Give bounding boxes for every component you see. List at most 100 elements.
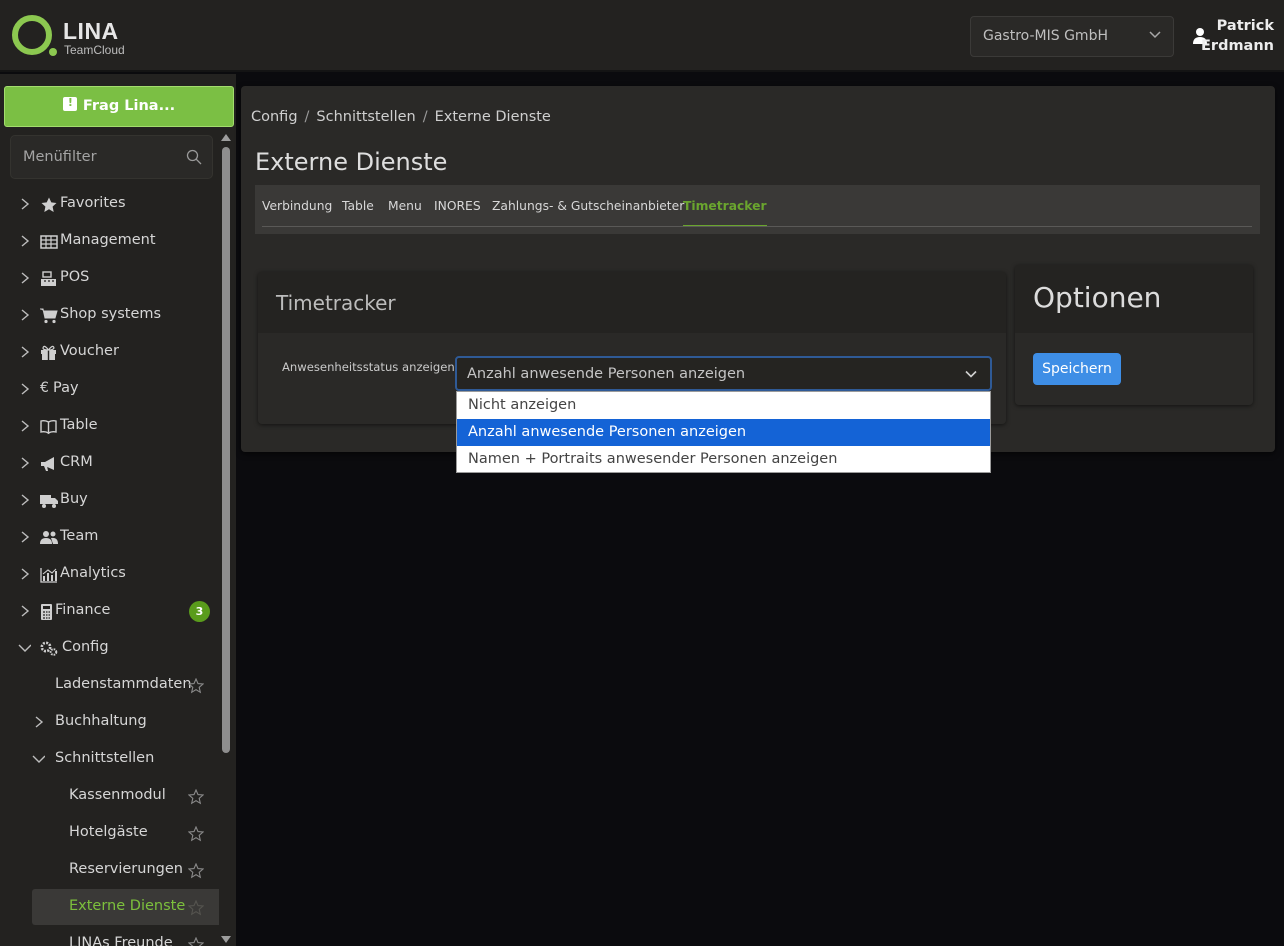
tab-timetracker[interactable]: Timetracker (683, 199, 767, 227)
sidebar-item-label: CRM (60, 454, 93, 470)
lina-logo[interactable]: LINA TeamCloud (12, 15, 142, 59)
chevron-right-icon (35, 716, 44, 728)
sidebar-item-analytics[interactable]: Analytics (0, 556, 219, 593)
sidebar-item-label: Table (60, 417, 98, 433)
megaphone-icon (41, 457, 54, 471)
attendance-status-select[interactable]: Anzahl anwesende Personen anzeigen (455, 356, 992, 391)
user-name: Patrick Erdmann (1201, 16, 1274, 56)
star-outline-icon[interactable] (188, 900, 204, 916)
chevron-right-icon (21, 272, 30, 284)
sidebar-item-management[interactable]: Management (0, 223, 219, 260)
scroll-up-arrow-icon[interactable] (221, 134, 231, 141)
sidebar-item-hotelgaeste[interactable]: Hotelgäste (0, 815, 219, 852)
tab-divider (262, 226, 1252, 227)
chevron-down-icon (1149, 31, 1161, 39)
breadcrumb: Config / Schnittstellen / Externe Dienste (251, 109, 551, 125)
sidebar-scrollbar[interactable] (220, 132, 232, 946)
sidebar-item-label: Buchhaltung (55, 713, 147, 729)
breadcrumb-schnittstellen[interactable]: Schnittstellen (316, 109, 415, 125)
sidebar-item-reservierungen[interactable]: Reservierungen (0, 852, 219, 889)
scroll-down-arrow-icon[interactable] (221, 936, 231, 943)
scroll-thumb[interactable] (222, 147, 230, 753)
sidebar-item-label: Reservierungen (69, 861, 183, 877)
sidebar-item-buchhaltung[interactable]: Buchhaltung (0, 704, 219, 741)
tab-inores[interactable]: INORES (434, 199, 481, 213)
gift-icon (41, 345, 56, 360)
option-nicht-anzeigen[interactable]: Nicht anzeigen (457, 392, 990, 419)
sidebar-item-kassenmodul[interactable]: Kassenmodul (0, 778, 219, 815)
ask-lina-button[interactable]: Frag Lina... (4, 86, 234, 127)
truck-icon (40, 495, 58, 508)
timetracker-card-header: Timetracker (258, 272, 1006, 333)
table-icon (40, 235, 58, 249)
sidebar-item-team[interactable]: Team (0, 519, 219, 556)
menu-filter-input[interactable] (12, 137, 182, 177)
sidebar-item-schnittstellen[interactable]: Schnittstellen (0, 741, 219, 778)
star-outline-icon[interactable] (188, 678, 204, 694)
chart-icon (40, 568, 57, 583)
menu-filter (10, 135, 213, 179)
sidebar-item-label: Config (62, 639, 109, 655)
tab-zahlungs-gutscheinanbieter[interactable]: Zahlungs- & Gutscheinanbieter (492, 199, 684, 213)
chevron-right-icon (21, 605, 30, 617)
sidebar-item-label: Buy (60, 491, 88, 507)
option-namen-portraits[interactable]: Namen + Portraits anwesender Personen an… (457, 446, 990, 473)
sidebar-item-pay[interactable]: € Pay (0, 371, 219, 408)
star-outline-icon[interactable] (188, 826, 204, 842)
search-icon (186, 149, 202, 165)
page-title: Externe Dienste (255, 148, 448, 176)
timetracker-card-title: Timetracker (276, 291, 396, 315)
sidebar-item-pos[interactable]: POS (0, 260, 219, 297)
save-button[interactable]: Speichern (1033, 353, 1121, 385)
sidebar-item-crm[interactable]: CRM (0, 445, 219, 482)
sidebar-item-label: Favorites (60, 195, 126, 211)
star-outline-icon[interactable] (188, 937, 204, 946)
sidebar: Frag Lina... Favorites Management POS Sh… (0, 74, 236, 946)
tab-table[interactable]: Table (342, 199, 374, 213)
logo-dot-icon (49, 48, 57, 56)
breadcrumb-config[interactable]: Config (251, 109, 298, 125)
attendance-status-value: Anzahl anwesende Personen anzeigen (467, 366, 746, 382)
sidebar-item-label: Shop systems (60, 306, 162, 322)
gears-icon (40, 641, 58, 656)
sidebar-item-ladenstammdaten[interactable]: Ladenstammdaten (0, 667, 219, 704)
option-anzahl-personen[interactable]: Anzahl anwesende Personen anzeigen (457, 419, 990, 446)
chevron-down-icon (18, 644, 31, 652)
book-icon (40, 419, 57, 435)
sidebar-item-label: Analytics (60, 565, 126, 581)
company-select[interactable]: Gastro-MIS GmbH (970, 16, 1174, 57)
sidebar-item-linas-freunde[interactable]: LINAs Freunde (0, 926, 219, 946)
sidebar-item-config[interactable]: Config (0, 630, 219, 667)
sidebar-item-label: Externe Dienste (69, 898, 186, 914)
chevron-right-icon (21, 568, 30, 580)
sidebar-item-label: Hotelgäste (69, 824, 148, 840)
sidebar-item-buy[interactable]: Buy (0, 482, 219, 519)
sidebar-item-label: Schnittstellen (55, 750, 155, 766)
chevron-right-icon (21, 198, 30, 210)
breadcrumb-current: Externe Dienste (434, 109, 551, 125)
tab-menu[interactable]: Menu (388, 199, 422, 213)
attendance-status-label: Anwesenheitsstatus anzeigen (282, 360, 455, 374)
company-select-value: Gastro-MIS GmbH (983, 28, 1108, 44)
star-outline-icon[interactable] (188, 863, 204, 879)
sidebar-item-label: Team (60, 528, 99, 544)
sidebar-item-label: Finance (55, 602, 111, 618)
sidebar-item-table[interactable]: Table (0, 408, 219, 445)
sidebar-item-shop-systems[interactable]: Shop systems (0, 297, 219, 334)
sidebar-item-externe-dienste[interactable]: Externe Dienste (32, 889, 219, 925)
chevron-right-icon (21, 346, 30, 358)
user-menu[interactable]: Patrick Erdmann (1190, 16, 1280, 60)
sidebar-item-voucher[interactable]: Voucher (0, 334, 219, 371)
sidebar-item-finance[interactable]: Finance 3 (0, 593, 219, 630)
sidebar-item-favorites[interactable]: Favorites (0, 186, 219, 223)
top-bar: LINA TeamCloud Gastro-MIS GmbH Patrick E… (0, 0, 1284, 72)
star-outline-icon[interactable] (188, 789, 204, 805)
logo-subtitle: TeamCloud (64, 43, 125, 57)
chevron-right-icon (21, 309, 30, 321)
cart-icon (40, 308, 58, 324)
tab-verbindung[interactable]: Verbindung (262, 199, 332, 213)
breadcrumb-separator: / (422, 109, 428, 125)
chat-alert-icon (62, 95, 77, 111)
chevron-right-icon (21, 420, 30, 432)
logo-ring-icon (12, 15, 52, 55)
